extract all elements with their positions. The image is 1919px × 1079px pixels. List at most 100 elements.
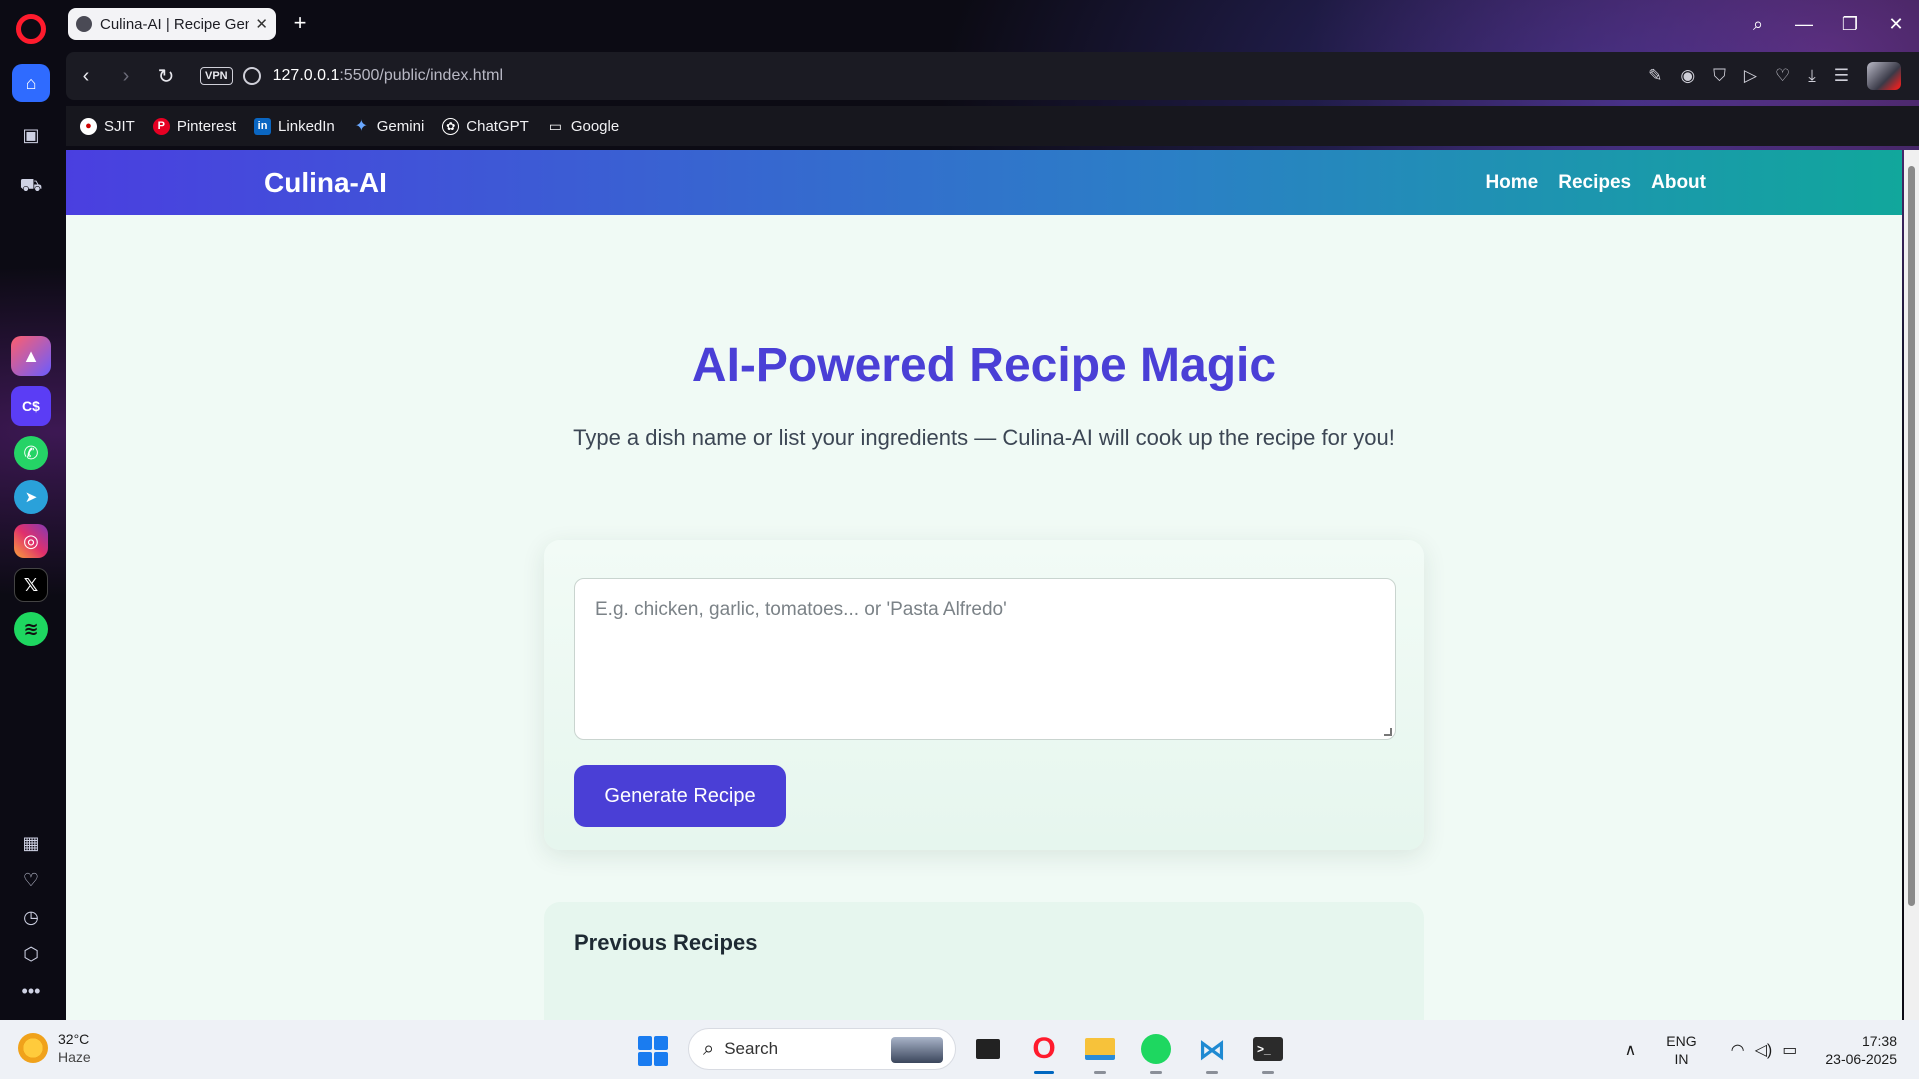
bookmark-pinterest[interactable]: P Pinterest <box>152 117 237 135</box>
nav-home[interactable]: Home <box>1485 172 1538 194</box>
opera-logo-icon[interactable] <box>16 14 46 44</box>
generate-recipe-button[interactable]: Generate Recipe <box>574 765 786 827</box>
volume-icon: ◁) <box>1754 1041 1773 1059</box>
page-scrollbar[interactable] <box>1904 150 1919 1020</box>
site-info-icon[interactable] <box>242 67 261 85</box>
wifi-icon: ◠ <box>1730 1041 1745 1059</box>
url-field[interactable]: 127.0.0.1:5500/public/index.html <box>273 67 503 85</box>
cs-app-icon[interactable]: C$ <box>11 386 51 426</box>
bookmark-label: Pinterest <box>176 117 237 135</box>
pinterest-icon: P <box>152 117 170 135</box>
terminal-icon[interactable]: >_ <box>1250 1031 1286 1074</box>
sjit-icon: ● <box>80 117 97 135</box>
bookmark-label: ChatGPT <box>466 117 529 135</box>
bookmark-chatgpt[interactable]: ✿ ChatGPT <box>442 117 529 135</box>
bookmark-gemini[interactable]: ✦ Gemini <box>353 117 425 136</box>
search-highlight-image <box>891 1037 943 1063</box>
cube-icon[interactable]: ⬡ <box>23 944 39 965</box>
weather-condition: Haze <box>58 1049 91 1065</box>
file-explorer-icon[interactable] <box>1082 1031 1118 1074</box>
start-button[interactable] <box>638 1036 668 1066</box>
bookmarks-bar: ● SJIT P Pinterest in LinkedIn ✦ Gemini ✿ Cha… <box>66 106 1919 146</box>
bookmark-label: LinkedIn <box>278 117 335 135</box>
site-header: Culina-AI Home Recipes About <box>66 150 1902 215</box>
bookmark-linkedin[interactable]: in LinkedIn <box>254 117 335 135</box>
telegram-icon[interactable]: ➤ <box>14 480 48 514</box>
lang-code: ENG <box>1666 1032 1697 1049</box>
chevron-up-icon[interactable]: ∧ <box>1625 1040 1637 1060</box>
spotify-icon[interactable]: ≋ <box>14 612 48 646</box>
system-tray: ∧ ENG IN ◠ ◁) ▭ 17:38 23-06-2025 <box>1625 1020 1919 1079</box>
url-host: 127.0.0.1 <box>272 67 340 84</box>
close-window-icon[interactable]: ✕ <box>1873 14 1919 35</box>
search-label: Search <box>724 1039 779 1058</box>
game-controller-icon[interactable]: ▣ <box>12 116 50 154</box>
tab-title: Culina-AI | Recipe Generator <box>100 15 250 33</box>
tab-culina-ai[interactable]: Culina-AI | Recipe Generator ✕ <box>68 8 276 40</box>
task-view-icon[interactable] <box>970 1031 1006 1067</box>
new-tab-button[interactable]: + <box>288 12 312 36</box>
history-icon[interactable]: ◷ <box>23 907 39 928</box>
restore-icon[interactable]: ❐ <box>1827 14 1873 35</box>
forward-icon[interactable]: › <box>106 65 146 88</box>
heart-icon[interactable]: ♡ <box>1775 66 1790 86</box>
bookmark-label: Google <box>570 117 620 135</box>
bookmark-label: SJIT <box>104 117 135 135</box>
minimize-icon[interactable]: — <box>1781 14 1827 35</box>
opera-taskbar-icon[interactable]: O <box>1026 1031 1062 1074</box>
nav-about[interactable]: About <box>1651 172 1706 194</box>
spotify-taskbar-icon[interactable] <box>1138 1031 1174 1074</box>
battery-icon: ▭ <box>1782 1041 1798 1059</box>
lang-region: IN <box>1674 1050 1689 1067</box>
bookmark-sjit[interactable]: ● SJIT <box>80 117 135 135</box>
previous-recipes-heading: Previous Recipes <box>574 930 758 955</box>
vpn-badge[interactable]: VPN <box>200 67 233 85</box>
nav-recipes[interactable]: Recipes <box>1558 172 1631 194</box>
whatsapp-icon[interactable]: ✆ <box>14 436 48 470</box>
gemini-icon: ✦ <box>354 118 368 135</box>
instagram-icon[interactable]: ◎ <box>14 524 48 558</box>
easy-setup-icon[interactable]: ☰ <box>1834 66 1849 86</box>
vscode-icon[interactable]: ⋈ <box>1194 1031 1230 1074</box>
globe-icon <box>76 16 92 32</box>
reload-icon[interactable]: ↻ <box>146 64 186 89</box>
heart-icon[interactable]: ♡ <box>23 870 39 891</box>
clock[interactable]: 17:38 23-06-2025 <box>1825 1032 1897 1068</box>
linkedin-icon: in <box>254 117 272 135</box>
x-icon[interactable]: 𝕏 <box>14 568 48 602</box>
close-icon[interactable]: ✕ <box>255 15 268 33</box>
avatar[interactable] <box>1867 62 1901 90</box>
tab-strip: Culina-AI | Recipe Generator ✕ + ⌕ — ❐ ✕ <box>62 0 1919 48</box>
page-subtitle: Type a dish name or list your ingredient… <box>573 425 1395 450</box>
quick-settings[interactable]: ◠ ◁) ▭ <box>1731 1040 1798 1060</box>
edit-icon[interactable]: ✎ <box>1648 66 1662 86</box>
shield-icon[interactable]: ⛉ <box>1713 66 1726 86</box>
download-icon[interactable]: ⤓ <box>1808 66 1816 86</box>
clock-date: 23-06-2025 <box>1825 1050 1897 1067</box>
car-icon[interactable]: ⛟ <box>12 168 50 206</box>
scrollbar-thumb[interactable] <box>1908 166 1915 906</box>
recipe-form-card: Generate Recipe <box>544 540 1424 850</box>
search-icon[interactable]: ⌕ <box>1735 14 1781 35</box>
back-icon[interactable]: ‹ <box>66 65 106 88</box>
language-indicator[interactable]: ENG IN <box>1666 1032 1696 1068</box>
resize-handle-icon[interactable] <box>1384 728 1392 736</box>
camera-icon[interactable]: ◉ <box>1680 66 1695 86</box>
more-icon[interactable]: ••• <box>22 981 41 1002</box>
bookmark-label: Gemini <box>376 117 425 135</box>
grid-icon[interactable]: ▦ <box>22 833 39 854</box>
clock-time: 17:38 <box>1861 1032 1897 1049</box>
brand-logo[interactable]: Culina-AI <box>264 167 387 199</box>
site-nav: Home Recipes About <box>1485 172 1706 194</box>
page-viewport: Culina-AI Home Recipes About AI-Powered … <box>66 150 1902 1020</box>
ingredients-input[interactable] <box>574 578 1396 740</box>
taskbar-search[interactable]: ⌕ Search <box>688 1028 956 1070</box>
aria-icon[interactable]: ▲ <box>11 336 51 376</box>
previous-recipes-section: Previous Recipes <box>544 902 1424 1020</box>
address-bar: ‹ › ↻ VPN 127.0.0.1:5500/public/index.ht… <box>66 52 1919 100</box>
send-icon[interactable]: ▷ <box>1744 66 1757 86</box>
weather-widget[interactable]: 32°C Haze <box>18 1030 91 1066</box>
home-icon[interactable]: ⌂ <box>12 64 50 102</box>
bookmark-google-folder[interactable]: ▭ Google <box>547 117 620 135</box>
search-icon: ⌕ <box>703 1037 715 1060</box>
